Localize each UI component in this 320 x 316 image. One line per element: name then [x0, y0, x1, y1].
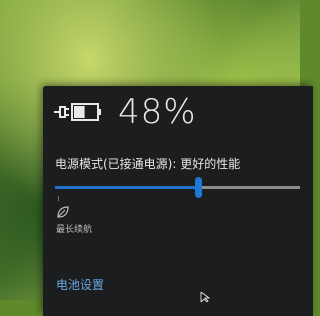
slider-track-filled[interactable]: [55, 186, 195, 189]
slider-thumb[interactable]: [195, 177, 202, 198]
slider-tick: [58, 196, 59, 201]
best-battery-label: 最长续航: [56, 225, 93, 235]
slider-track-empty[interactable]: [202, 186, 300, 189]
battery-level-fill: [74, 106, 85, 118]
power-mode-label: 电源模式(已接通电源): 更好的性能: [55, 157, 241, 171]
leaf-icon: [57, 206, 69, 218]
power-mode-slider[interactable]: [55, 176, 300, 201]
mouse-cursor-icon: [200, 292, 211, 302]
battery-charging-icon: [54, 103, 101, 121]
battery-settings-link[interactable]: 电池设置: [56, 276, 104, 293]
battery-percentage: 48%: [118, 92, 197, 132]
